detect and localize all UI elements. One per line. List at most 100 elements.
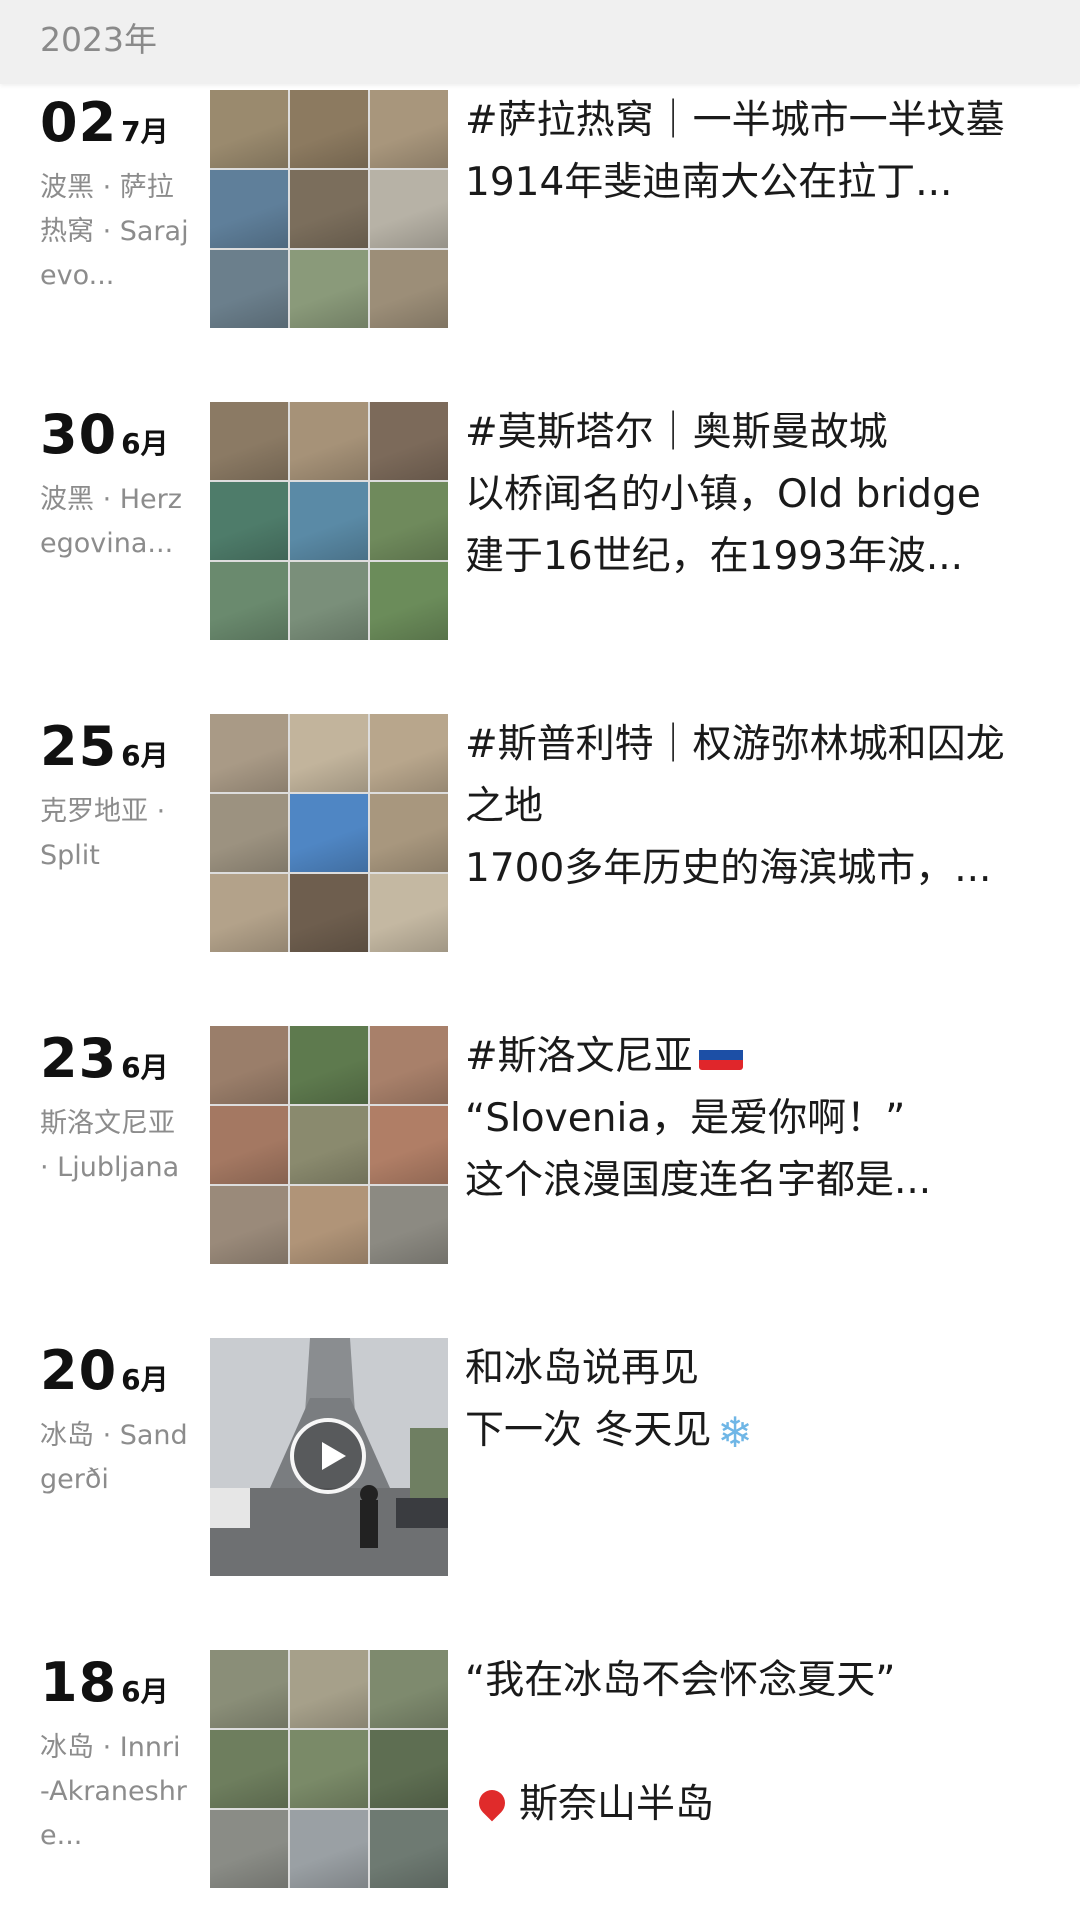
post-text-content: #斯普利特｜权游弥林城和囚龙之地 <box>465 722 1005 829</box>
video-thumbnail[interactable] <box>210 1338 448 1576</box>
photo-tile <box>370 1650 448 1728</box>
photo-tile <box>210 482 288 560</box>
post-text-line: “我在冰岛不会怀念夏天” <box>465 1650 1025 1712</box>
photo-grid-tiles <box>210 1026 448 1264</box>
photo-tile <box>370 1026 448 1104</box>
post-text-content: #莫斯塔尔｜奥斯曼故城 <box>465 410 888 455</box>
post-text-content: 建于16世纪，在1993年波... <box>465 534 964 579</box>
feed-entry[interactable]: 18 6月冰岛 · Innri-Akraneshre... “我在冰岛不会怀念夏天”… <box>0 1650 1080 1890</box>
snowflake-icon: ❄ <box>717 1407 753 1457</box>
photo-tile <box>290 562 368 640</box>
photo-tile <box>370 90 448 168</box>
post-text-line: 斯奈山半岛 <box>465 1774 1025 1836</box>
post-text[interactable]: #斯普利特｜权游弥林城和囚龙之地 1700多年历史的海滨城市，... <box>465 714 1025 900</box>
photo-tile <box>210 1650 288 1728</box>
post-text-line: 1914年斐迪南大公在拉丁... <box>465 152 1025 214</box>
post-text[interactable]: 和冰岛说再见 下一次 冬天见 ❄ <box>465 1338 1025 1464</box>
photo-grid[interactable] <box>210 90 448 328</box>
post-text[interactable]: #斯洛文尼亚 “Slovenia，是爱你啊！” 这个浪漫国度连名字都是... <box>465 1026 1025 1212</box>
photo-tile <box>210 562 288 640</box>
post-month: 6月 <box>121 427 169 460</box>
photo-grid[interactable] <box>210 1026 448 1264</box>
photo-grid[interactable] <box>210 714 448 952</box>
post-date: 02 7月 <box>40 90 200 160</box>
post-location[interactable]: 克罗地亚 · Split <box>40 790 190 878</box>
photo-tile <box>290 794 368 872</box>
photo-grid-tiles <box>210 1650 448 1888</box>
post-date: 23 6月 <box>40 1026 200 1096</box>
post-text-line: #斯普利特｜权游弥林城和囚龙之地 <box>465 714 1025 838</box>
post-location[interactable]: 波黑 · 萨拉热窝 · Sarajevo... <box>40 166 190 298</box>
post-text-content: 斯奈山半岛 <box>519 1782 715 1827</box>
feed-entry[interactable]: 02 7月 波黑 · 萨拉热窝 · Sarajevo... #萨拉热窝｜一半城市一半坟… <box>0 90 1080 330</box>
photo-tile <box>290 90 368 168</box>
post-text-content: “我在冰岛不会怀念夏天” <box>465 1658 896 1703</box>
photo-grid-tiles <box>210 90 448 328</box>
feed-entry[interactable]: 25 6月 克罗地亚 · Split #斯普利特｜权游弥林城和囚龙之地 1700多年历史… <box>0 714 1080 954</box>
post-location[interactable]: 冰岛 · Sandgerði <box>40 1414 190 1502</box>
post-location[interactable]: 波黑 · Herzegovina... <box>40 478 190 566</box>
photo-tile <box>370 1810 448 1888</box>
post-location[interactable]: 斯洛文尼亚 · Ljubljana <box>40 1102 190 1190</box>
photo-tile <box>210 250 288 328</box>
post-text-content <box>465 1720 477 1765</box>
feed-entry[interactable]: 30 6月 波黑 · Herzegovina... #莫斯塔尔｜奥斯曼故城 以桥闻名的小… <box>0 402 1080 642</box>
post-text-content: 1700多年历史的海滨城市，... <box>465 846 992 891</box>
photo-tile <box>210 1186 288 1264</box>
photo-tile <box>290 402 368 480</box>
post-text-line: 建于16世纪，在1993年波... <box>465 526 1025 588</box>
photo-grid[interactable] <box>210 402 448 640</box>
post-day: 18 <box>40 1651 118 1714</box>
photo-tile <box>290 1730 368 1808</box>
post-text[interactable]: “我在冰岛不会怀念夏天” 斯奈山半岛 <box>465 1650 1025 1836</box>
post-day: 02 <box>40 91 118 154</box>
photo-tile <box>370 170 448 248</box>
post-text-content: #斯洛文尼亚 <box>465 1034 693 1079</box>
photo-tile <box>210 714 288 792</box>
photo-tile <box>370 1730 448 1808</box>
post-month: 6月 <box>121 1675 169 1708</box>
post-text-content: “Slovenia，是爱你啊！” <box>465 1096 906 1141</box>
photo-tile <box>210 90 288 168</box>
post-day: 30 <box>40 403 118 466</box>
year-header: 2023年 <box>0 0 1080 84</box>
post-text-line: 以桥闻名的小镇，Old bridge <box>465 464 1025 526</box>
photo-tile <box>370 1106 448 1184</box>
post-month: 7月 <box>121 115 169 148</box>
post-text-line: 下一次 冬天见 ❄ <box>465 1400 1025 1464</box>
post-text[interactable]: #萨拉热窝｜一半城市一半坟墓 1914年斐迪南大公在拉丁... <box>465 90 1025 214</box>
post-date: 25 6月 <box>40 714 200 784</box>
photo-tile <box>370 562 448 640</box>
photo-tile <box>290 1650 368 1728</box>
photo-tile <box>290 482 368 560</box>
post-day: 20 <box>40 1339 118 1402</box>
photo-tile <box>210 1106 288 1184</box>
post-text-line: “Slovenia，是爱你啊！” <box>465 1088 1025 1150</box>
post-text-line: 这个浪漫国度连名字都是... <box>465 1150 1025 1212</box>
video-frame <box>210 1338 448 1576</box>
post-text-content: 这个浪漫国度连名字都是... <box>465 1158 932 1203</box>
photo-tile <box>210 1026 288 1104</box>
moments-feed: 02 7月 波黑 · 萨拉热窝 · Sarajevo... #萨拉热窝｜一半城市一半坟… <box>0 0 1080 1908</box>
photo-tile <box>210 402 288 480</box>
photo-tile <box>370 794 448 872</box>
photo-tile <box>370 402 448 480</box>
feed-entry[interactable]: 23 6月 斯洛文尼亚 · Ljubljana #斯洛文尼亚 “Slovenia，是爱你… <box>0 1026 1080 1266</box>
post-day: 23 <box>40 1027 118 1090</box>
photo-grid[interactable] <box>210 1650 448 1888</box>
post-text-content: #萨拉热窝｜一半城市一半坟墓 <box>465 98 1005 143</box>
photo-tile <box>210 170 288 248</box>
photo-tile <box>210 1730 288 1808</box>
photo-tile <box>290 714 368 792</box>
photo-tile <box>290 1186 368 1264</box>
feed-entry[interactable]: 20 6月 冰岛 · Sandgerði 和冰岛说再见 下一次 冬天见 ❄ <box>0 1338 1080 1578</box>
post-text-content: 1914年斐迪南大公在拉丁... <box>465 160 953 205</box>
photo-tile <box>370 250 448 328</box>
post-text[interactable]: #莫斯塔尔｜奥斯曼故城以桥闻名的小镇，Old bridge 建于16世纪，在199… <box>465 402 1025 588</box>
post-date: 30 6月 <box>40 402 200 472</box>
post-text-line: 1700多年历史的海滨城市，... <box>465 838 1025 900</box>
post-text-line <box>465 1712 1025 1774</box>
post-location[interactable]: 冰岛 · Innri-Akraneshre... <box>40 1726 190 1858</box>
play-icon[interactable] <box>290 1418 366 1494</box>
post-text-line: 和冰岛说再见 <box>465 1338 1025 1400</box>
